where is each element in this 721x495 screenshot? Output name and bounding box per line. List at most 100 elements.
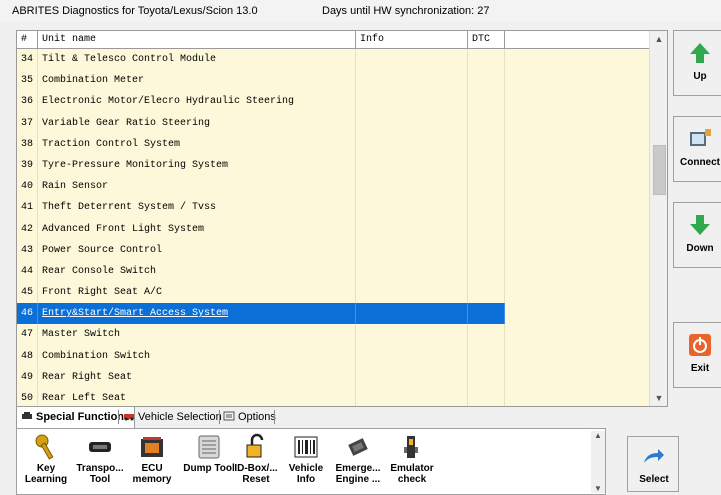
scroll-down-arrow-icon[interactable]: ▼	[591, 484, 605, 493]
row-number: 41	[17, 197, 38, 219]
table-row[interactable]: 49 Rear Right Seat	[17, 366, 649, 388]
table-row[interactable]: 50 Rear Left Seat	[17, 388, 649, 406]
app-title: ABRITES Diagnostics for Toyota/Lexus/Sci…	[12, 5, 258, 17]
column-header-dtc[interactable]: DTC	[468, 31, 505, 48]
unit-info	[356, 154, 468, 177]
unit-dtc	[468, 70, 505, 92]
table-row[interactable]: 41 Theft Deterrent System / Tvss	[17, 197, 649, 219]
unit-info	[356, 303, 468, 325]
row-number: 34	[17, 49, 38, 71]
unit-dtc	[468, 345, 505, 367]
tool-label-line2: check	[397, 474, 427, 485]
row-filler	[505, 70, 649, 91]
table-row[interactable]: 42 Advanced Front Light System	[17, 218, 649, 240]
tab-options[interactable]: Options	[223, 407, 276, 427]
table-row[interactable]: 47 Master Switch	[17, 324, 649, 346]
row-number: 46	[17, 303, 38, 325]
tool-chip[interactable]: Emerge... Engine ...	[333, 433, 383, 485]
unit-info	[356, 282, 468, 304]
table-row[interactable]: 40 Rain Sensor	[17, 176, 649, 198]
tools-panel: Key Learning Transpo... Tool ECU memory Dump T…	[16, 428, 606, 495]
unit-dtc	[468, 366, 505, 388]
arrow-down-icon	[690, 215, 710, 235]
unit-name: Front Right Seat A/C	[38, 282, 356, 304]
unit-dtc	[468, 388, 505, 406]
table-row[interactable]: 44 Rear Console Switch	[17, 260, 649, 283]
table-row[interactable]: 35 Combination Meter	[17, 70, 649, 92]
row-number: 49	[17, 366, 38, 388]
tool-emulator[interactable]: Emulator check	[387, 433, 437, 485]
row-filler	[505, 388, 649, 406]
tool-label-line1: Dump Tool	[183, 463, 235, 474]
tool-key[interactable]: Key Learning	[23, 433, 69, 485]
unit-dtc	[468, 133, 505, 155]
connect-button[interactable]: Connect	[673, 116, 721, 182]
unit-dtc	[468, 49, 505, 71]
scrollbar-thumb[interactable]	[653, 145, 666, 195]
select-button[interactable]: Select	[627, 436, 679, 492]
tool-barcode[interactable]: Vehicle Info	[285, 433, 327, 485]
unit-dtc	[468, 260, 505, 283]
row-number: 50	[17, 388, 38, 406]
scroll-down-arrow-icon[interactable]: ▼	[650, 390, 667, 406]
grid-scrollbar[interactable]: ▲ ▼	[649, 31, 667, 406]
select-arrow-icon	[644, 449, 664, 463]
unit-name: Advanced Front Light System	[38, 218, 356, 240]
unit-info	[356, 324, 468, 346]
exit-button[interactable]: Exit	[673, 322, 721, 388]
row-filler	[505, 324, 649, 345]
row-filler	[505, 219, 649, 240]
table-row[interactable]: 38 Traction Control System	[17, 133, 649, 155]
unit-name: Traction Control System	[38, 133, 356, 155]
table-row[interactable]: 45 Front Right Seat A/C	[17, 282, 649, 304]
table-row[interactable]: 36 Electronic Motor/Elecro Hydraulic Stee…	[17, 91, 649, 113]
unit-grid[interactable]: # Unit name Info DTC 34 Tilt & Telesco Co…	[16, 30, 668, 407]
unit-name: Combination Switch	[38, 345, 356, 367]
row-filler	[505, 91, 649, 112]
tool-label-line1: Key	[36, 463, 56, 474]
table-row[interactable]: 39 Tyre-Pressure Monitoring System	[17, 154, 649, 177]
scroll-up-arrow-icon[interactable]: ▲	[591, 431, 605, 440]
row-number: 43	[17, 239, 38, 261]
table-row[interactable]: 34 Tilt & Telesco Control Module	[17, 49, 649, 71]
tool-label-line1: Emerge...	[335, 463, 381, 474]
up-button[interactable]: Up	[673, 30, 721, 96]
unit-name: Electronic Motor/Elecro Hydraulic Steeri…	[38, 91, 356, 113]
unit-name: Theft Deterrent System / Tvss	[38, 197, 356, 219]
tab-divider	[274, 410, 275, 424]
table-row[interactable]: 43 Power Source Control	[17, 239, 649, 261]
table-row-selected[interactable]: 46 Entry&Start/Smart Access System	[17, 303, 649, 325]
tool-padlock[interactable]: ID-Box/... Reset	[230, 433, 282, 485]
tool-ecu[interactable]: ECU memory	[129, 433, 175, 485]
tool-label-line1: Vehicle	[288, 463, 324, 474]
table-row[interactable]: 37 Variable Gear Ratio Steering	[17, 112, 649, 134]
row-filler	[505, 282, 649, 303]
tab-vehicle-selection[interactable]: Vehicle Selection	[123, 407, 222, 427]
power-icon	[689, 334, 711, 356]
dump-tool-icon	[196, 433, 222, 461]
arrow-up-icon	[690, 43, 710, 63]
row-number: 42	[17, 218, 38, 240]
unit-name: Variable Gear Ratio Steering	[38, 112, 356, 134]
column-header-info[interactable]: Info	[356, 31, 468, 48]
unit-info	[356, 218, 468, 240]
unit-name: Rear Right Seat	[38, 366, 356, 388]
table-row[interactable]: 48 Combination Switch	[17, 345, 649, 367]
row-filler	[505, 261, 649, 282]
scroll-up-arrow-icon[interactable]: ▲	[650, 31, 667, 47]
unit-info	[356, 260, 468, 283]
row-filler	[505, 49, 649, 70]
connect-button-label: Connect	[680, 157, 720, 168]
down-button[interactable]: Down	[673, 202, 721, 268]
column-header-number[interactable]: #	[17, 31, 38, 48]
tools-scrollbar[interactable]: ▲ ▼	[591, 431, 605, 493]
unit-info	[356, 91, 468, 113]
unit-dtc	[468, 324, 505, 346]
tool-dump-tool[interactable]: Dump Tool	[181, 433, 237, 474]
car-icon	[22, 412, 32, 419]
ecu-icon	[139, 433, 165, 461]
tool-label-line2: Tool	[89, 474, 111, 485]
unit-dtc	[468, 303, 505, 325]
column-header-unit-name[interactable]: Unit name	[38, 31, 356, 48]
tool-transponder[interactable]: Transpo... Tool	[73, 433, 127, 485]
